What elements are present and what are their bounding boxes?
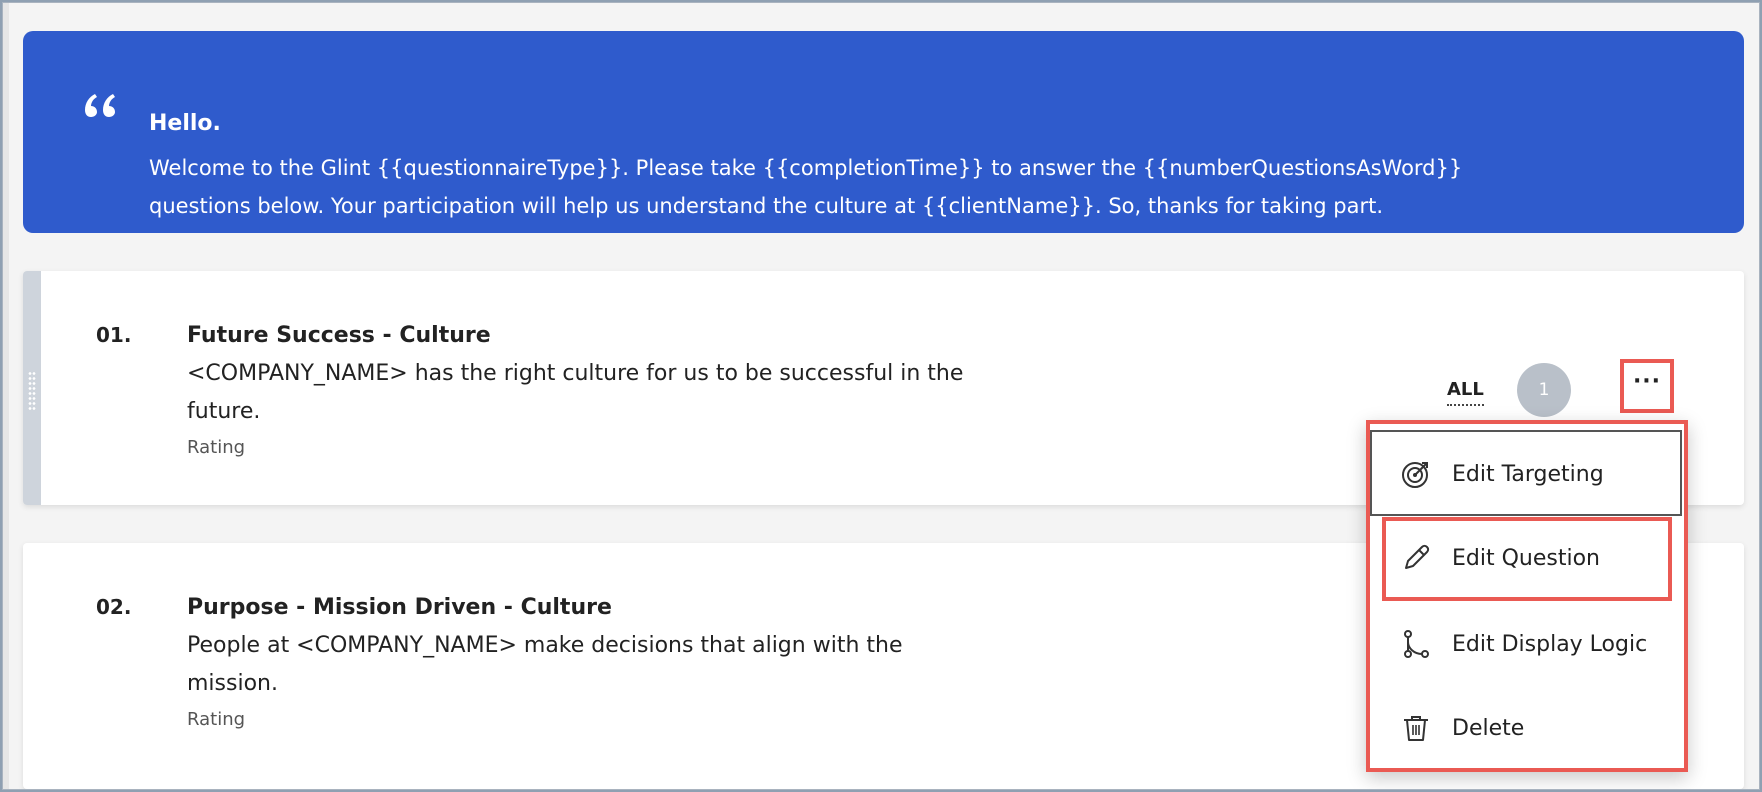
question-text-line: future.	[187, 399, 261, 424]
target-icon	[1402, 462, 1428, 488]
menu-item-label: Edit Question	[1452, 545, 1600, 571]
drag-dots-icon	[28, 371, 36, 411]
menu-item-edit-question[interactable]: Edit Question	[1370, 518, 1684, 598]
menu-item-label: Edit Targeting	[1452, 461, 1604, 487]
app-frame: Hello. Welcome to the Glint {{questionna…	[2, 2, 1760, 790]
menu-item-edit-targeting[interactable]: Edit Targeting	[1370, 434, 1684, 514]
banner-message: Welcome to the Glint {{questionnaireType…	[149, 149, 1549, 225]
banner-message-line: questions below. Your participation will…	[149, 194, 1384, 218]
more-icon: ···	[1632, 369, 1662, 394]
drag-handle[interactable]	[23, 271, 41, 505]
question-title: Purpose - Mission Driven - Culture	[187, 595, 612, 620]
question-title: Future Success - Culture	[187, 323, 491, 348]
menu-item-edit-display-logic[interactable]: Edit Display Logic	[1370, 604, 1684, 684]
pencil-icon	[1405, 544, 1430, 569]
trash-icon	[1404, 716, 1428, 741]
menu-item-label: Edit Display Logic	[1452, 631, 1648, 657]
question-text-line: People at <COMPANY_NAME> make decisions …	[187, 633, 903, 658]
quote-icon	[85, 94, 115, 117]
question-text-line: mission.	[187, 671, 278, 696]
count-badge[interactable]: 1	[1517, 363, 1571, 417]
menu-item-delete[interactable]: Delete	[1370, 688, 1684, 768]
welcome-banner: Hello. Welcome to the Glint {{questionna…	[23, 31, 1744, 233]
question-text: <COMPANY_NAME> has the right culture for…	[187, 355, 1057, 431]
banner-greeting: Hello.	[149, 111, 221, 136]
question-number: 02.	[96, 595, 132, 619]
more-options-button[interactable]: ···	[1620, 359, 1674, 413]
logic-icon	[1404, 630, 1429, 658]
audience-link[interactable]: ALL	[1447, 379, 1484, 406]
left-edge	[3, 3, 9, 789]
question-type: Rating	[187, 709, 246, 730]
question-number: 01.	[96, 323, 132, 347]
banner-message-line: Welcome to the Glint {{questionnaireType…	[149, 156, 1463, 180]
question-text: People at <COMPANY_NAME> make decisions …	[187, 627, 1057, 703]
menu-item-label: Delete	[1452, 715, 1525, 741]
question-type: Rating	[187, 437, 246, 458]
question-actions-menu: Edit Targeting Edit Question Edit Displa…	[1366, 420, 1688, 772]
question-text-line: <COMPANY_NAME> has the right culture for…	[187, 361, 964, 386]
